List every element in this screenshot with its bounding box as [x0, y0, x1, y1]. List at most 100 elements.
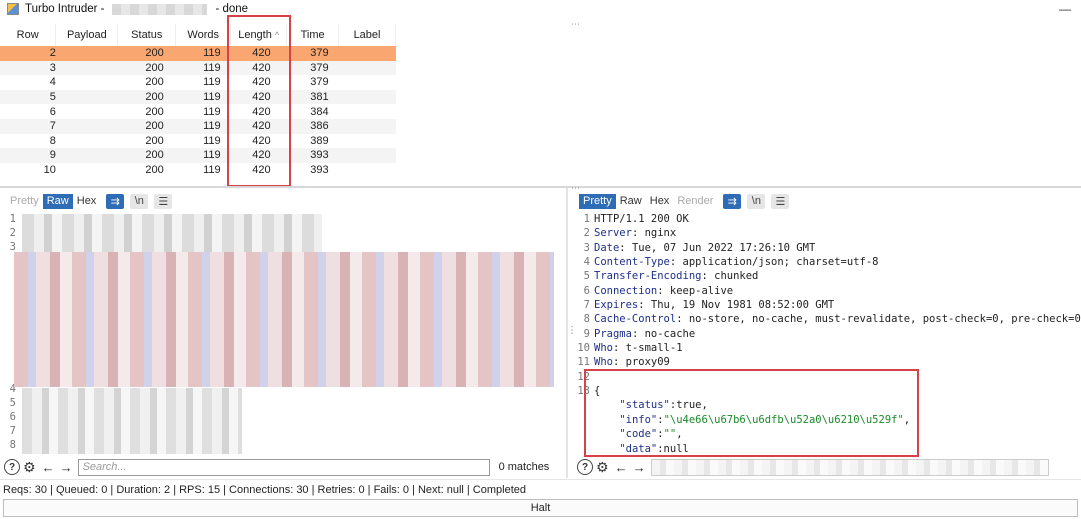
- cell-time: 386: [286, 118, 339, 134]
- col-header-time[interactable]: Time: [286, 24, 340, 46]
- match-count: 0 matches: [498, 461, 550, 473]
- next-match-icon[interactable]: →: [633, 460, 646, 475]
- col-header-status[interactable]: Status: [117, 24, 177, 46]
- req-show-newlines-icon[interactable]: \n: [130, 193, 149, 209]
- cell-words: 119: [175, 46, 231, 61]
- req-tab-raw[interactable]: Raw: [42, 193, 73, 209]
- cell-payload: [55, 162, 118, 178]
- request-editor[interactable]: 12345678: [0, 212, 564, 456]
- results-table[interactable]: Row Payload Status Words Length ^ Time La…: [0, 24, 396, 186]
- cell-words: 119: [175, 118, 231, 134]
- response-status-line: 1 HTTP/1.1 200 OK: [583, 213, 689, 225]
- col-header-payload[interactable]: Payload: [55, 24, 119, 46]
- previous-match-icon[interactable]: ←: [615, 460, 628, 475]
- cell-label: [338, 89, 396, 105]
- settings-gear-icon[interactable]: ⚙: [596, 459, 609, 476]
- resp-tab-pretty[interactable]: Pretty: [579, 193, 616, 209]
- header-value: Tue, 07 Jun 2022 17:26:10 GMT: [625, 241, 816, 254]
- req-tab-hex[interactable]: Hex: [73, 194, 101, 209]
- cell-label: [338, 46, 396, 61]
- col-header-row[interactable]: Row: [0, 24, 57, 46]
- cell-payload: [55, 133, 118, 149]
- req-tab-pretty[interactable]: Pretty: [6, 194, 43, 209]
- col-header-label[interactable]: Label: [338, 24, 396, 46]
- header-name: Who: [594, 356, 613, 369]
- cell-words: 119: [175, 133, 231, 149]
- cell-payload: [55, 89, 118, 105]
- cell-status: 200: [117, 75, 176, 90]
- cell-words: 119: [175, 60, 231, 76]
- cell-row: 2: [0, 46, 56, 61]
- request-line: 5: [0, 396, 20, 410]
- request-line: 1: [0, 212, 20, 226]
- resp-wrap-lines-icon[interactable]: ⇉: [723, 193, 742, 209]
- table-row[interactable]: 7 200 119 420 386: [0, 118, 396, 134]
- resp-menu-icon[interactable]: ☰: [771, 193, 790, 209]
- request-search-input[interactable]: [77, 458, 490, 476]
- response-header-line: 3 Date: Tue, 07 Jun 2022 17:26:10 GMT: [583, 241, 816, 254]
- redacted-request-line: [22, 214, 322, 254]
- cell-status: 200: [117, 118, 176, 134]
- header-value: Thu, 19 Nov 1981 08:52:00 GMT: [644, 299, 835, 312]
- response-header-line: 2 Server: nginx: [583, 227, 677, 240]
- line-number: 1: [9, 213, 16, 225]
- response-search-input-redacted[interactable]: [650, 458, 1049, 476]
- cell-words: 119: [175, 75, 231, 90]
- header-name: Content-Type: [594, 256, 670, 269]
- cell-status: 200: [117, 148, 176, 163]
- help-icon[interactable]: ?: [577, 459, 593, 475]
- table-row[interactable]: 9 200 119 420 393: [0, 148, 396, 163]
- cell-time: 381: [286, 89, 339, 105]
- resp-tab-raw[interactable]: Raw: [616, 194, 646, 209]
- title-bar: Turbo Intruder - - done —: [0, 0, 1081, 18]
- halt-button[interactable]: Halt: [3, 499, 1078, 517]
- attack-status-line: Reqs: 30 | Queued: 0 | Duration: 2 | RPS…: [0, 479, 1081, 499]
- cell-row: 6: [0, 104, 56, 119]
- response-header-line: 10 Who: t-small-1: [577, 342, 683, 355]
- minimize-icon[interactable]: —: [1059, 2, 1071, 16]
- help-icon[interactable]: ?: [4, 459, 20, 475]
- cell-payload: [55, 46, 118, 61]
- resp-tab-render[interactable]: Render: [673, 194, 717, 209]
- header-value: chunked: [707, 270, 759, 283]
- cell-payload: [55, 75, 118, 90]
- horizontal-splitter[interactable]: [0, 186, 1081, 188]
- table-row[interactable]: 5 200 119 420 381: [0, 89, 396, 105]
- col-header-words[interactable]: Words: [175, 24, 232, 46]
- cell-label: [338, 118, 396, 134]
- resp-tab-hex[interactable]: Hex: [646, 194, 674, 209]
- settings-gear-icon[interactable]: ⚙: [23, 459, 36, 476]
- header-name: Server: [594, 227, 632, 240]
- header-value: application/json; charset=utf-8: [676, 256, 879, 269]
- response-header-line: 5 Transfer-Encoding: chunked: [583, 270, 759, 283]
- req-wrap-lines-icon[interactable]: ⇉: [106, 193, 125, 209]
- window-title-prefix: Turbo Intruder -: [25, 3, 105, 15]
- request-line: 2: [0, 226, 20, 240]
- cell-payload: [55, 118, 118, 134]
- cell-words: 119: [175, 148, 231, 163]
- table-row[interactable]: 3 200 119 420 379: [0, 60, 396, 76]
- table-row[interactable]: 6 200 119 420 384: [0, 104, 396, 119]
- next-match-icon[interactable]: →: [60, 460, 73, 475]
- header-value: no-cache: [638, 327, 696, 340]
- table-row[interactable]: 2 200 119 420 379: [0, 46, 396, 61]
- header-name: Transfer-Encoding: [594, 270, 702, 283]
- req-menu-icon[interactable]: ☰: [154, 193, 173, 209]
- previous-match-icon[interactable]: ←: [42, 460, 55, 475]
- resp-show-newlines-icon[interactable]: \n: [747, 193, 766, 209]
- cell-row: 3: [0, 60, 56, 76]
- table-row[interactable]: 4 200 119 420 379: [0, 75, 396, 90]
- cell-words: 119: [175, 104, 231, 119]
- table-row[interactable]: 10 200 119 420 393: [0, 162, 396, 178]
- header-value: proxy09: [619, 356, 670, 369]
- app-icon: [7, 3, 19, 15]
- request-line: 8: [0, 438, 20, 452]
- cell-label: [338, 133, 396, 149]
- cell-row: 9: [0, 148, 56, 163]
- response-header-line: 7 Expires: Thu, 19 Nov 1981 08:52:00 GMT: [583, 299, 835, 312]
- table-row[interactable]: 8 200 119 420 389: [0, 133, 396, 149]
- response-tabbar: Pretty Raw Hex Render ⇉ \n ☰: [579, 193, 790, 209]
- cell-label: [338, 104, 396, 119]
- splitter-grip-top[interactable]: ⋯: [571, 19, 581, 30]
- header-value: t-small-1: [619, 342, 683, 355]
